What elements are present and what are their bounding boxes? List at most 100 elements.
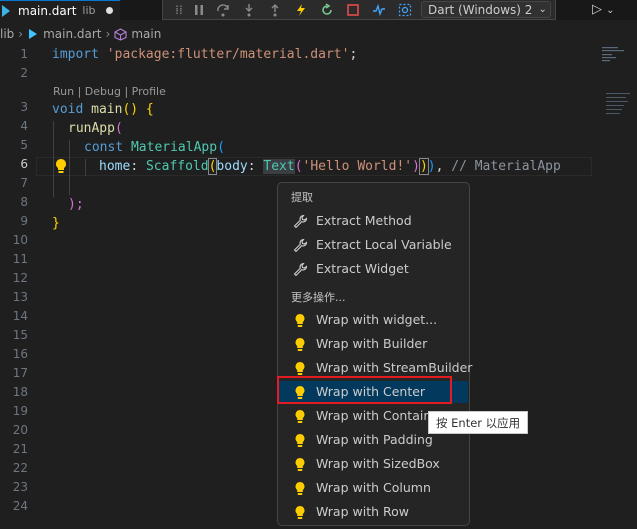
lightbulb-icon bbox=[292, 480, 308, 496]
indent-guide bbox=[69, 140, 70, 195]
hot-reload-icon[interactable] bbox=[293, 2, 309, 18]
inspector-icon[interactable] bbox=[397, 2, 413, 18]
line-number: 10 bbox=[12, 233, 28, 247]
tab-folder: lib bbox=[82, 4, 96, 17]
breadcrumb-folder[interactable]: lib bbox=[0, 27, 14, 41]
breadcrumb: lib › main.dart › main bbox=[0, 25, 161, 43]
menu-item-label: Extract Widget bbox=[316, 261, 409, 276]
dart-file-icon bbox=[29, 29, 38, 39]
menu-item-extract-widget[interactable]: Extract Widget bbox=[279, 258, 468, 280]
line-number: 8 bbox=[20, 195, 28, 209]
menu-item-label: Extract Method bbox=[316, 213, 412, 228]
code-line-3: void main() { bbox=[52, 102, 154, 117]
step-over-icon[interactable] bbox=[215, 2, 231, 18]
code-line-4: runApp( bbox=[68, 121, 123, 136]
line-number: 21 bbox=[12, 442, 28, 456]
apply-tooltip: 按 Enter 以应用 bbox=[428, 411, 529, 434]
annotation-highlight-box bbox=[277, 376, 452, 404]
menu-item-wrap-with-builder[interactable]: Wrap with Builder bbox=[279, 333, 468, 355]
devtools-icon[interactable] bbox=[371, 2, 387, 18]
line-number: 23 bbox=[12, 480, 28, 494]
menu-item-label: Wrap with Column bbox=[316, 480, 431, 495]
menu-item-extract-method[interactable]: Extract Method bbox=[279, 210, 468, 232]
debug-toolbar: ⁞⁞ Dart (Windows) 2 ⌄ bbox=[162, 0, 556, 20]
lightbulb-icon bbox=[292, 360, 308, 376]
breadcrumb-symbol[interactable]: main bbox=[131, 27, 161, 41]
run-icon[interactable]: ▷ bbox=[592, 2, 602, 17]
step-out-icon[interactable] bbox=[267, 2, 283, 18]
debug-session-label: Dart (Windows) 2 bbox=[428, 2, 533, 17]
line-number: 22 bbox=[12, 461, 28, 475]
lightbulb-icon bbox=[292, 336, 308, 352]
code-line-5: const MaterialApp( bbox=[84, 140, 225, 155]
menu-item-label: Wrap with Row bbox=[316, 504, 409, 519]
line-number: 2 bbox=[20, 66, 28, 80]
indent-guide bbox=[85, 159, 86, 176]
code-line-8: ); bbox=[68, 197, 84, 212]
chevron-right-icon: › bbox=[18, 27, 24, 41]
chevron-down-icon[interactable]: ⌄ bbox=[606, 5, 614, 16]
unsaved-dot-icon[interactable] bbox=[105, 7, 113, 14]
menu-item-label: Wrap with Padding bbox=[316, 432, 433, 447]
tab-main-dart[interactable]: main.dart lib bbox=[0, 0, 120, 20]
line-number: 17 bbox=[12, 366, 28, 380]
line-number: 20 bbox=[12, 423, 28, 437]
menu-item-extract-local-variable[interactable]: Extract Local Variable bbox=[279, 234, 468, 256]
code-line-9: } bbox=[52, 216, 60, 231]
line-number: 7 bbox=[20, 176, 28, 190]
line-number: 6 bbox=[20, 157, 28, 171]
line-number: 24 bbox=[12, 499, 28, 513]
line-number: 15 bbox=[12, 328, 28, 342]
menu-item-label: Wrap with Builder bbox=[316, 336, 428, 351]
line-number: 16 bbox=[12, 347, 28, 361]
line-number: 14 bbox=[12, 309, 28, 323]
breadcrumb-file[interactable]: main.dart bbox=[43, 27, 101, 41]
line-number: 9 bbox=[20, 214, 28, 228]
line-number: 18 bbox=[12, 385, 28, 399]
code-action-menu: 提取 更多操作... Extract Method Extract Local V… bbox=[277, 182, 473, 526]
drag-handle-icon[interactable]: ⁞⁞ bbox=[171, 2, 187, 18]
lightbulb-icon[interactable] bbox=[54, 158, 68, 174]
line-number: 19 bbox=[12, 404, 28, 418]
menu-item-label: Extract Local Variable bbox=[316, 237, 452, 252]
line-number: 4 bbox=[20, 119, 28, 133]
menu-item-wrap-with-column[interactable]: Wrap with Column bbox=[279, 477, 468, 499]
menu-item-label: Wrap with StreamBuilder bbox=[316, 360, 473, 375]
chevron-right-icon: › bbox=[105, 27, 111, 41]
section-extract: 提取 bbox=[291, 191, 313, 204]
debug-session-select[interactable]: Dart (Windows) 2 ⌄ bbox=[421, 1, 551, 18]
code-line-1: import 'package:flutter/material.dart'; bbox=[52, 47, 358, 62]
codelens-run-debug-profile[interactable]: Run | Debug | Profile bbox=[53, 85, 166, 98]
tab-filename: main.dart bbox=[18, 3, 77, 18]
wrench-icon bbox=[292, 237, 308, 253]
menu-item-label: Wrap with SizedBox bbox=[316, 456, 440, 471]
wrench-icon bbox=[292, 261, 308, 277]
menu-item-wrap-with-sizedbox[interactable]: Wrap with SizedBox bbox=[279, 453, 468, 475]
wrench-icon bbox=[292, 213, 308, 229]
line-number: 11 bbox=[12, 252, 28, 266]
menu-item-label: Wrap with widget... bbox=[316, 312, 438, 327]
restart-icon[interactable] bbox=[319, 2, 335, 18]
section-more-actions: 更多操作... bbox=[291, 291, 346, 304]
dart-file-icon bbox=[2, 5, 10, 17]
lightbulb-icon bbox=[292, 456, 308, 472]
pause-icon[interactable] bbox=[191, 2, 207, 18]
run-controls[interactable]: ▷ ⌄ bbox=[592, 2, 615, 17]
minimap[interactable] bbox=[600, 45, 637, 125]
stop-icon[interactable] bbox=[345, 2, 361, 18]
line-number: 5 bbox=[20, 138, 28, 152]
code-line-6: home: Scaffold(body: Text('Hello World!'… bbox=[99, 158, 561, 175]
line-number: 3 bbox=[20, 100, 28, 114]
menu-item-label: Wrap with Container bbox=[316, 408, 445, 423]
line-number: 13 bbox=[12, 290, 28, 304]
line-number: 12 bbox=[12, 271, 28, 285]
chevron-down-icon: ⌄ bbox=[538, 4, 547, 15]
cube-method-icon bbox=[114, 27, 127, 41]
lightbulb-icon bbox=[292, 504, 308, 520]
menu-item-wrap-with-widget[interactable]: Wrap with widget... bbox=[279, 309, 468, 331]
step-into-icon[interactable] bbox=[241, 2, 257, 18]
line-number: 1 bbox=[20, 47, 28, 61]
lightbulb-icon bbox=[292, 432, 308, 448]
lightbulb-icon bbox=[292, 408, 308, 424]
menu-item-wrap-with-row[interactable]: Wrap with Row bbox=[279, 501, 468, 523]
